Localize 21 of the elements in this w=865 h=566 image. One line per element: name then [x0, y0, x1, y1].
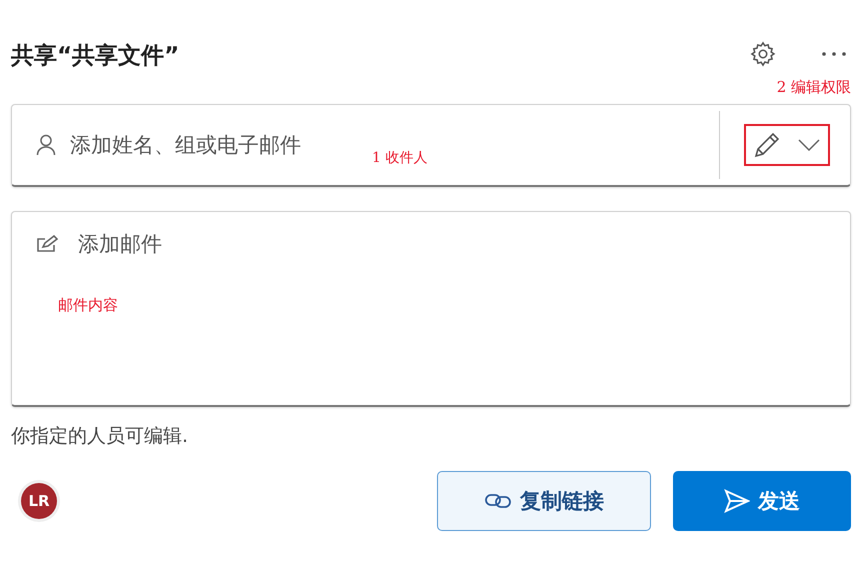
more-icon[interactable]: [821, 51, 847, 57]
copy-link-button[interactable]: 复制链接: [437, 471, 651, 531]
send-icon: [724, 489, 750, 513]
settings-icon[interactable]: [749, 40, 777, 68]
permission-note: 你指定的人员可编辑.: [11, 424, 190, 449]
compose-icon: [36, 235, 60, 253]
annotation-label: 2 编辑权限: [776, 78, 851, 97]
annotation-label: 1 收件人: [372, 149, 428, 167]
person-icon: [36, 134, 56, 156]
message-input[interactable]: 添加邮件: [78, 232, 218, 256]
dialog-title: 共享“共享文件”: [11, 42, 180, 71]
send-button[interactable]: 发送: [673, 471, 851, 531]
recipient-input[interactable]: 添加姓名、组或电子邮件: [70, 133, 362, 157]
pencil-icon: [752, 130, 782, 160]
recipient-field[interactable]: 添加姓名、组或电子邮件 1 收件人: [11, 104, 851, 187]
chevron-down-icon: [798, 139, 820, 151]
message-field[interactable]: 添加邮件 邮件内容: [11, 211, 851, 407]
annotation-label: 邮件内容: [58, 296, 118, 315]
permission-dropdown[interactable]: [744, 124, 830, 166]
user-avatar[interactable]: LR: [21, 483, 57, 519]
link-icon: [484, 492, 512, 510]
